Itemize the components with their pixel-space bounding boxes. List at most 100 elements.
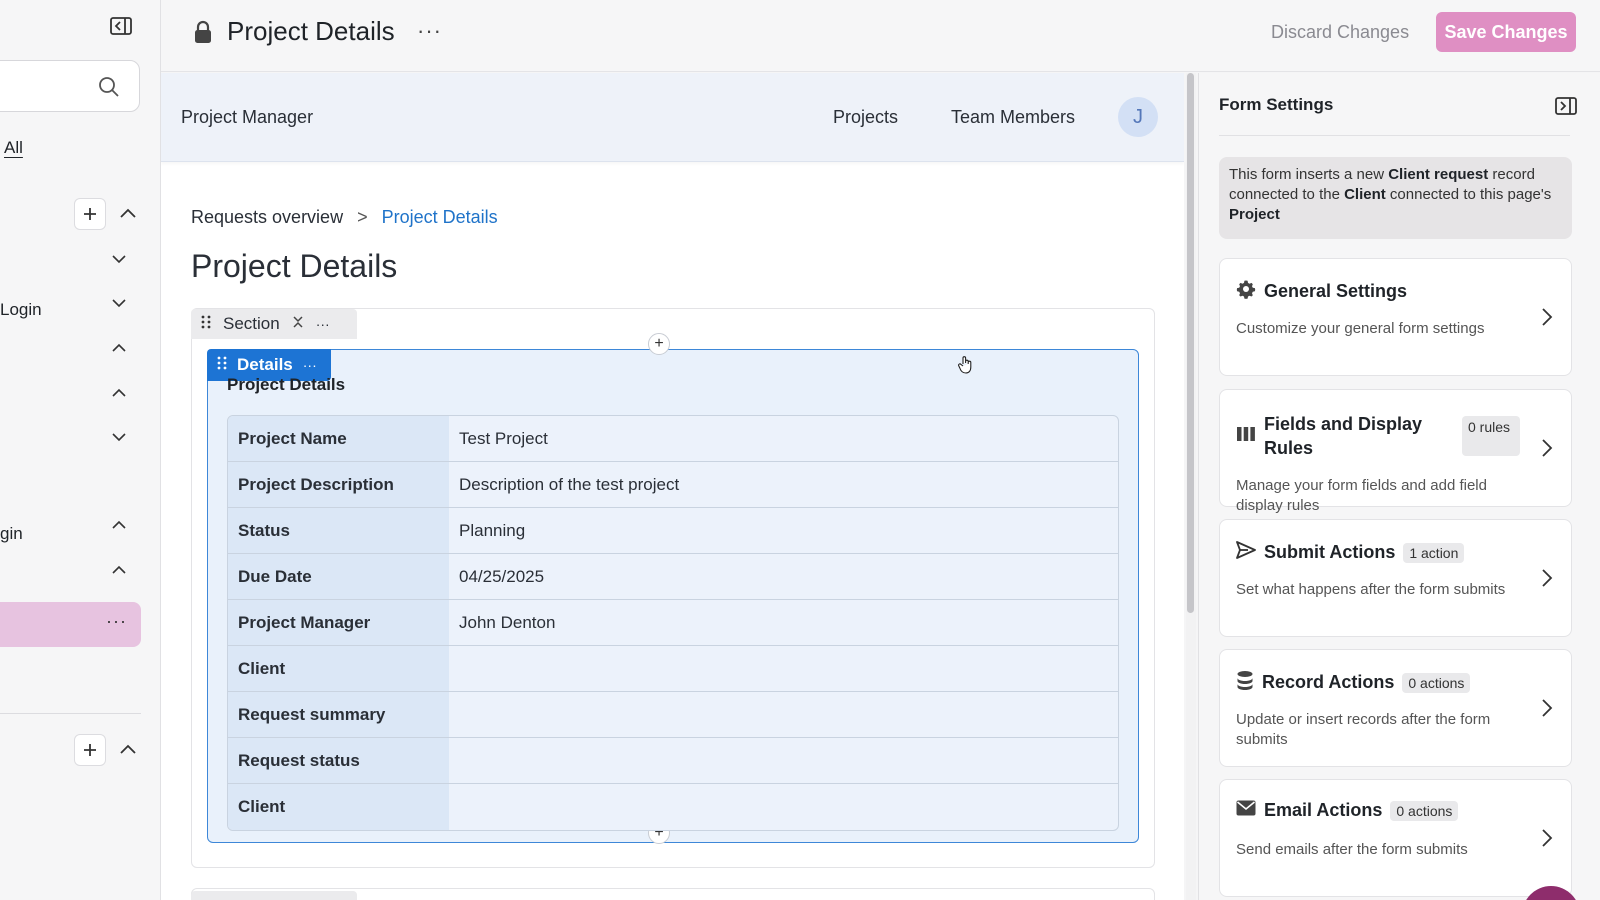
- chevron-right-icon[interactable]: [1541, 307, 1553, 332]
- form-info-note: This form inserts a new Client request r…: [1219, 157, 1572, 239]
- card-fields-display-rules[interactable]: Fields and Display Rules 0 rules Manage …: [1219, 389, 1572, 514]
- canvas-scrollbar[interactable]: [1186, 73, 1196, 900]
- preview-page-title: Project Details: [191, 248, 398, 284]
- card-record-actions[interactable]: Record Actions 0 actions Update or inser…: [1219, 649, 1572, 767]
- card-submit-actions[interactable]: Submit Actions 1 action Set what happens…: [1219, 519, 1572, 637]
- drag-handle-icon[interactable]: [217, 355, 227, 375]
- more-icon[interactable]: ···: [106, 611, 127, 632]
- breadcrumb-separator: >: [357, 207, 368, 227]
- drag-handle-icon[interactable]: [201, 314, 211, 334]
- nav-link-team-members[interactable]: Team Members: [951, 107, 1075, 128]
- info-project: Project: [1229, 206, 1280, 223]
- gear-icon: [1236, 279, 1256, 304]
- chevron-up-icon[interactable]: [117, 202, 139, 224]
- divider: [1219, 135, 1570, 136]
- chevron-up-icon[interactable]: [108, 337, 130, 359]
- tab-all[interactable]: All: [4, 138, 23, 158]
- table-row[interactable]: Project Description Description of the te…: [228, 462, 1118, 508]
- field-value: [449, 784, 1118, 830]
- sidebar-search-input[interactable]: [0, 60, 140, 112]
- add-page-button[interactable]: [74, 734, 106, 766]
- lock-icon: [193, 20, 213, 49]
- field-label: Project Manager: [228, 600, 449, 646]
- field-label: Project Name: [228, 416, 449, 462]
- field-label: Due Date: [228, 554, 449, 600]
- chevron-right-icon[interactable]: [1541, 828, 1553, 853]
- breadcrumb: Requests overview > Project Details: [191, 207, 498, 228]
- table-row[interactable]: Project Manager John Denton: [228, 600, 1118, 646]
- card-title: Fields and Display Rules: [1264, 414, 1423, 458]
- breadcrumb-current[interactable]: Project Details: [382, 207, 498, 227]
- left-sidebar: All Login gin ···: [0, 0, 161, 900]
- add-page-button[interactable]: [74, 198, 106, 230]
- section-more-icon[interactable]: ···: [316, 316, 330, 332]
- card-email-actions[interactable]: Email Actions 0 actions Send emails afte…: [1219, 779, 1572, 897]
- info-text: connected to this page's: [1385, 186, 1552, 203]
- chevron-up-icon[interactable]: [117, 738, 139, 760]
- section-tag-2[interactable]: [191, 891, 357, 900]
- section-tag[interactable]: Section ···: [191, 309, 357, 339]
- chevron-right-icon[interactable]: [1541, 568, 1553, 593]
- field-value: Planning: [449, 508, 1118, 554]
- add-block-above-icon[interactable]: +: [648, 333, 670, 355]
- hand-cursor-icon: [958, 355, 974, 380]
- table-row[interactable]: Due Date 04/25/2025: [228, 554, 1118, 600]
- chevron-right-icon[interactable]: [1541, 438, 1553, 463]
- action-count-badge: 1 action: [1403, 542, 1465, 563]
- field-label: Project Description: [228, 462, 449, 508]
- card-general-settings[interactable]: General Settings Customize your general …: [1219, 258, 1572, 376]
- discard-changes-button[interactable]: Discard Changes: [1271, 22, 1409, 43]
- field-label: Request status: [228, 738, 449, 784]
- card-description: Send emails after the form submits: [1236, 841, 1468, 858]
- collapse-section-icon[interactable]: [292, 314, 304, 334]
- card-title: Record Actions: [1262, 672, 1395, 692]
- info-record: Client request: [1388, 166, 1489, 183]
- field-value: Description of the test project: [449, 462, 1118, 508]
- table-row[interactable]: Client: [228, 646, 1118, 692]
- chevron-up-icon[interactable]: [108, 559, 130, 581]
- details-more-icon[interactable]: ···: [303, 357, 317, 373]
- rules-count-badge: 0 rules: [1462, 416, 1520, 456]
- save-changes-button[interactable]: Save Changes: [1436, 12, 1576, 52]
- breadcrumb-parent[interactable]: Requests overview: [191, 207, 343, 227]
- table-row[interactable]: Request summary: [228, 692, 1118, 738]
- search-icon: [97, 75, 121, 104]
- card-title: Submit Actions: [1264, 542, 1396, 562]
- nav-link-projects[interactable]: Projects: [833, 107, 898, 128]
- form-settings-title: Form Settings: [1219, 95, 1334, 114]
- card-description: Set what happens after the form submits: [1236, 581, 1506, 598]
- sidebar-item-login[interactable]: Login: [0, 300, 42, 320]
- action-count-badge: 0 actions: [1390, 800, 1459, 821]
- sidebar-item-active[interactable]: ···: [0, 602, 141, 647]
- table-row[interactable]: Project Name Test Project: [228, 416, 1118, 462]
- field-value: [449, 646, 1118, 692]
- sidebar-item-login-2[interactable]: gin: [0, 524, 23, 544]
- chevron-up-icon[interactable]: [108, 382, 130, 404]
- avatar[interactable]: J: [1118, 97, 1158, 137]
- collapse-sidebar-icon[interactable]: [109, 16, 133, 36]
- app-brand[interactable]: Project Manager: [181, 107, 313, 128]
- divider: [0, 713, 141, 714]
- table-row[interactable]: Request status: [228, 738, 1118, 784]
- card-description: Manage your form fields and add field di…: [1236, 477, 1487, 514]
- database-icon: [1236, 670, 1254, 695]
- more-options-icon[interactable]: ···: [417, 18, 442, 44]
- table-row[interactable]: Status Planning: [228, 508, 1118, 554]
- page-title: Project Details: [227, 16, 395, 46]
- chevron-down-icon[interactable]: [108, 248, 130, 270]
- details-table: Project Name Test Project Project Descript…: [227, 415, 1119, 831]
- chevron-down-icon[interactable]: [108, 292, 130, 314]
- page-canvas: Project Manager Projects Team Members J …: [161, 73, 1184, 900]
- chevron-down-icon[interactable]: [108, 426, 130, 448]
- details-label: Details: [237, 355, 293, 374]
- field-value: Test Project: [449, 416, 1118, 462]
- field-value: John Denton: [449, 600, 1118, 646]
- chevron-up-icon[interactable]: [108, 514, 130, 536]
- scrollbar-thumb[interactable]: [1187, 73, 1194, 613]
- collapse-panel-icon[interactable]: [1555, 97, 1577, 120]
- table-row[interactable]: Client: [228, 784, 1118, 830]
- mail-icon: [1236, 800, 1256, 821]
- field-value: 04/25/2025: [449, 554, 1118, 600]
- preview-navbar: Project Manager Projects Team Members J: [161, 73, 1184, 162]
- chevron-right-icon[interactable]: [1541, 698, 1553, 723]
